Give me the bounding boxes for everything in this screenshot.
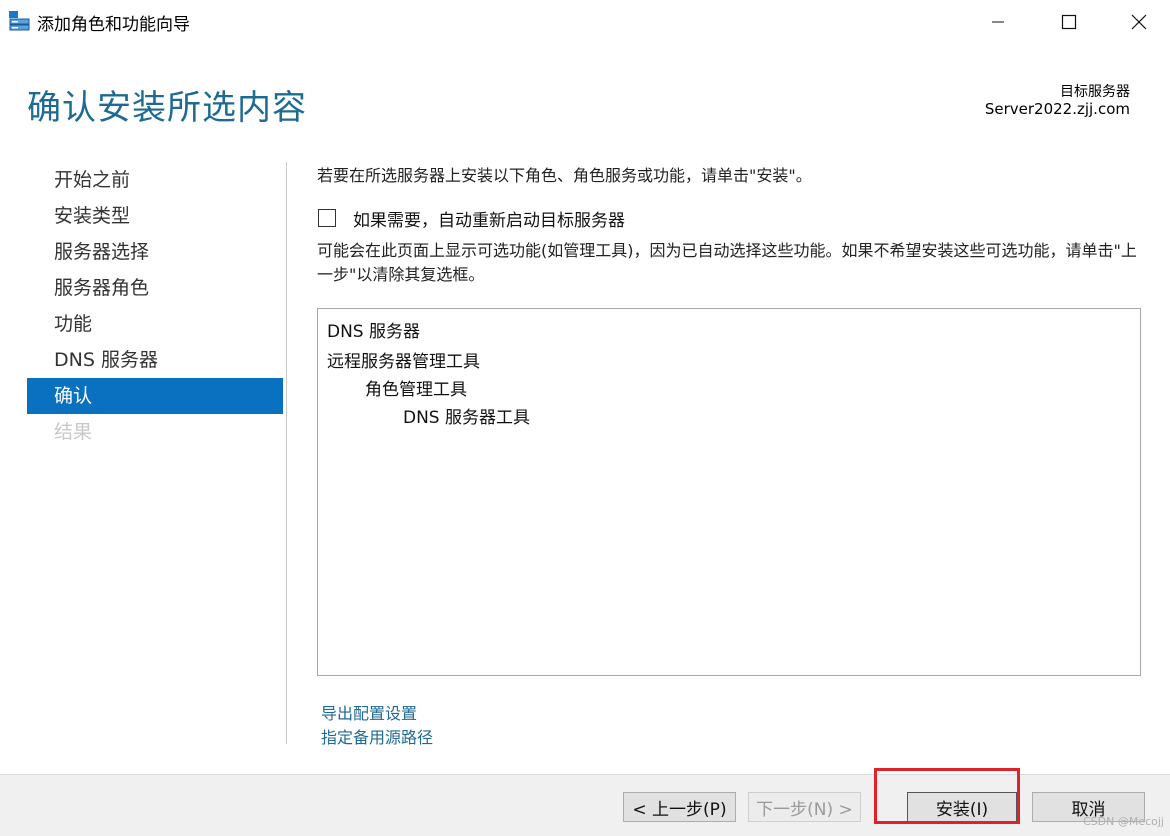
nav-step-item[interactable]: 安装类型 xyxy=(27,198,283,234)
selection-item: 角色管理工具 xyxy=(365,380,467,400)
nav-step-item[interactable]: 服务器选择 xyxy=(27,234,283,270)
maximize-button[interactable] xyxy=(1034,0,1104,44)
page-title: 确认安装所选内容 xyxy=(27,88,307,128)
target-server-label: 目标服务器 xyxy=(1060,84,1130,100)
minimize-button[interactable] xyxy=(963,0,1033,44)
nav-step-item[interactable]: 开始之前 xyxy=(27,162,283,198)
nav-step-item[interactable]: 确认 xyxy=(27,378,283,414)
server-manager-icon xyxy=(8,10,30,32)
restart-checkbox[interactable] xyxy=(318,209,336,227)
wizard-steps-nav: 开始之前 安装类型 服务器选择 服务器角色 功能 DNS 服务器 确认结果 xyxy=(27,162,283,450)
optional-features-note: 可能会在此页面上显示可选功能(如管理工具)，因为已自动选择这些功能。如果不希望安… xyxy=(317,241,1137,284)
wizard-header: 确认安装所选内容 目标服务器 Server2022.zjj.com xyxy=(0,44,1170,154)
next-button[interactable]: 下一步(N) > xyxy=(748,792,861,822)
back-button[interactable]: < 上一步(P) xyxy=(623,792,736,822)
selection-item: DNS 服务器工具 xyxy=(403,408,531,428)
restart-option[interactable]: 如果需要，自动重新启动目标服务器 xyxy=(318,206,625,231)
restart-checkbox-label[interactable]: 如果需要，自动重新启动目标服务器 xyxy=(353,206,625,231)
selection-item: DNS 服务器 xyxy=(327,322,421,342)
close-button[interactable] xyxy=(1104,0,1170,44)
selection-list[interactable]: DNS 服务器远程服务器管理工具角色管理工具 DNS 服务器工具 xyxy=(317,308,1141,676)
window-title: 添加角色和功能向导 xyxy=(37,15,190,35)
nav-step-item[interactable]: 服务器角色 xyxy=(27,270,283,306)
nav-step-item[interactable]: DNS 服务器 xyxy=(27,342,283,378)
nav-divider xyxy=(286,162,287,744)
intro-text: 若要在所选服务器上安装以下角色、角色服务或功能，请单击"安装"。 xyxy=(317,166,812,185)
export-config-link[interactable]: 导出配置设置 xyxy=(321,700,417,724)
alternate-source-link[interactable]: 指定备用源路径 xyxy=(321,724,433,748)
install-highlight-annotation xyxy=(874,768,1020,824)
minimize-icon xyxy=(992,21,1004,23)
maximize-icon xyxy=(1061,14,1077,30)
nav-step-item[interactable]: 功能 xyxy=(27,306,283,342)
watermark: CSDN @Mecojj xyxy=(1082,815,1164,828)
target-server-value: Server2022.zjj.com xyxy=(984,100,1130,118)
nav-step-item: 结果 xyxy=(54,421,93,443)
title-bar: 添加角色和功能向导 xyxy=(0,0,1170,44)
selection-item: 远程服务器管理工具 xyxy=(327,352,480,372)
close-icon xyxy=(1131,14,1147,30)
